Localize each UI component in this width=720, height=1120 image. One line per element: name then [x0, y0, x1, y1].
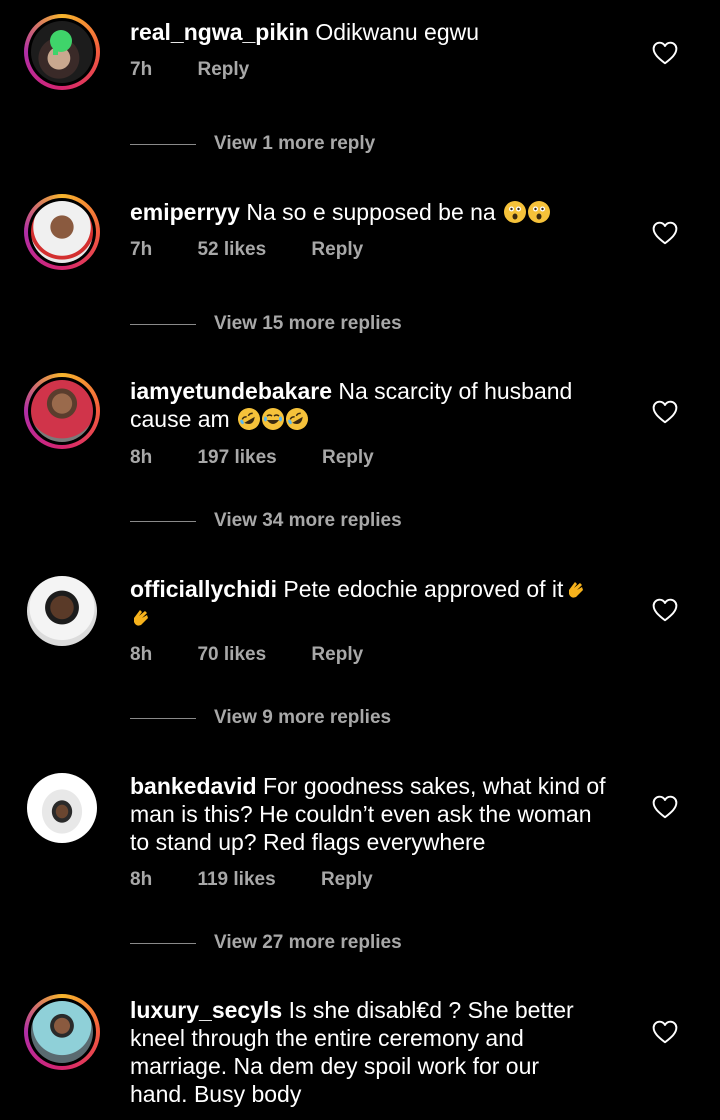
heart-icon[interactable] — [652, 1020, 678, 1044]
comment-text: to stand up? Red flags everywhere — [130, 829, 486, 855]
comment-time: 7h — [130, 59, 153, 80]
view-more-replies[interactable]: View 9 more replies — [130, 707, 391, 729]
heart-icon[interactable] — [652, 400, 678, 424]
comment-text: hand. Busy body — [130, 1081, 302, 1107]
avatar[interactable] — [24, 770, 100, 846]
tears-of-joy-face-icon — [262, 408, 285, 430]
comment-text: kneel through the entire ceremony and — [130, 1025, 524, 1051]
comment-username[interactable]: luxury_secyls — [130, 997, 282, 1023]
avatar — [31, 1001, 93, 1063]
astonished-face-icon — [504, 201, 527, 223]
comment-text: For goodness sakes, what kind of — [262, 773, 606, 799]
comment-text: Pete edochie approved of it — [283, 576, 564, 602]
view-more-replies-label[interactable]: View 1 more reply — [214, 133, 375, 155]
view-more-replies-label[interactable]: View 9 more replies — [214, 707, 391, 729]
view-more-replies[interactable]: View 34 more replies — [130, 510, 402, 532]
comment-time: 8h — [130, 869, 153, 890]
likes-count[interactable]: 197 likes — [197, 447, 276, 469]
likes-count[interactable]: 52 likes — [197, 239, 266, 261]
view-more-replies[interactable]: View 27 more replies — [130, 932, 402, 954]
divider-line — [130, 520, 196, 522]
avatar — [31, 201, 93, 263]
reply-button[interactable]: Reply — [311, 239, 363, 261]
comment-username[interactable]: bankedavid — [130, 773, 257, 799]
rolling-laughing-face-icon — [282, 403, 313, 435]
avatar — [31, 21, 93, 83]
reply-button[interactable]: Reply — [322, 447, 374, 469]
heart-icon[interactable] — [652, 221, 678, 245]
astonished-face-icon — [528, 201, 551, 223]
reply-button[interactable]: Reply — [197, 59, 249, 81]
clapping-hands-icon — [130, 606, 152, 628]
reply-button[interactable]: Reply — [311, 644, 363, 666]
heart-icon[interactable] — [652, 598, 678, 622]
comment-text: Na scarcity of husband — [338, 378, 573, 404]
clapping-hands-icon — [565, 578, 587, 600]
comment-text: Na so e supposed be na — [246, 199, 496, 225]
avatar-story-ring[interactable] — [24, 14, 100, 90]
comment-username[interactable]: iamyetundebakare — [130, 378, 332, 404]
divider-line — [130, 323, 196, 325]
comment-text: cause am — [130, 406, 230, 432]
view-more-replies-label[interactable]: View 15 more replies — [214, 313, 402, 335]
view-more-replies[interactable]: View 1 more reply — [130, 133, 375, 155]
comment-text: Odikwanu egwu — [315, 19, 480, 45]
comment-username[interactable]: emiperryy — [130, 199, 240, 225]
comment-time: 8h — [130, 447, 153, 468]
view-more-replies-label[interactable]: View 27 more replies — [214, 932, 402, 954]
avatar-story-ring[interactable] — [24, 194, 100, 270]
avatar-image — [27, 773, 97, 843]
comment-username[interactable]: officiallychidi — [130, 576, 277, 602]
likes-count[interactable]: 119 likes — [197, 869, 275, 891]
comment-text: Is she disabl€d ? She better — [288, 997, 574, 1023]
heart-icon[interactable] — [652, 795, 678, 819]
comment-text: man is this? He couldn’t even ask the wo… — [130, 801, 592, 827]
avatar-image — [27, 576, 97, 646]
divider-line — [130, 942, 196, 944]
comment-text: marriage. Na dem dey spoil work for our — [130, 1053, 540, 1079]
view-more-replies-label[interactable]: View 34 more replies — [214, 510, 402, 532]
avatar — [31, 380, 93, 442]
divider-line — [130, 143, 196, 145]
avatar-story-ring[interactable] — [24, 994, 100, 1070]
likes-count[interactable]: 70 likes — [197, 644, 266, 666]
avatar[interactable] — [24, 573, 100, 649]
comment-time: 7h — [130, 239, 153, 260]
view-more-replies[interactable]: View 15 more replies — [130, 313, 402, 335]
divider-line — [130, 717, 196, 719]
comment-time: 8h — [130, 644, 153, 665]
reply-button[interactable]: Reply — [321, 869, 373, 891]
rolling-laughing-face-icon — [234, 403, 265, 435]
heart-icon[interactable] — [652, 41, 678, 65]
avatar-story-ring[interactable] — [24, 373, 100, 449]
comment-username[interactable]: real_ngwa_pikin — [130, 19, 309, 45]
